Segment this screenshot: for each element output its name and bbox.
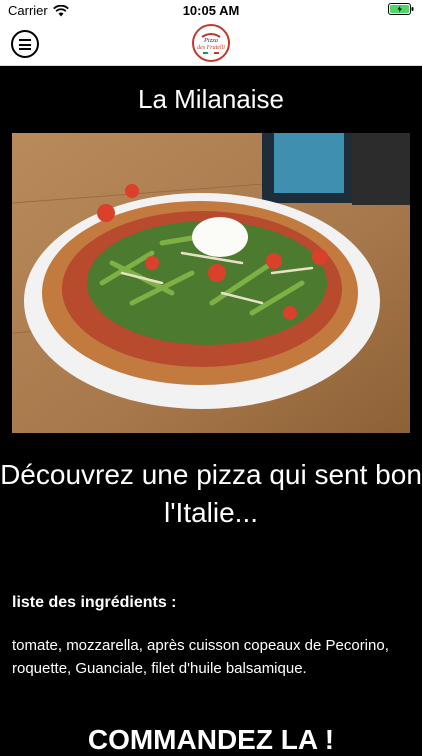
menu-icon [19,39,31,41]
logo-icon: Pizza des Fratelli [196,28,226,58]
ingredients-text: tomate, mozzarella, après cuisson copeau… [12,637,389,677]
restaurant-logo[interactable]: Pizza des Fratelli [192,24,230,62]
nav-bar: Pizza des Fratelli [0,22,422,66]
svg-text:des Fratelli: des Fratelli [197,45,225,51]
order-button[interactable]: COMMANDEZ LA ! [0,724,422,756]
battery-icon [388,3,414,15]
ingredients-heading: liste des ingrédients : [12,594,177,611]
status-bar: Carrier 10:05 AM [0,0,422,22]
page-title: La Milanaise [138,84,284,114]
menu-button[interactable] [11,30,39,58]
svg-text:Pizza: Pizza [203,37,218,44]
pizza-image [12,133,410,433]
status-time: 10:05 AM [182,3,240,18]
product-tagline: Découvrez une pizza qui sent bon l'Itali… [0,459,422,528]
